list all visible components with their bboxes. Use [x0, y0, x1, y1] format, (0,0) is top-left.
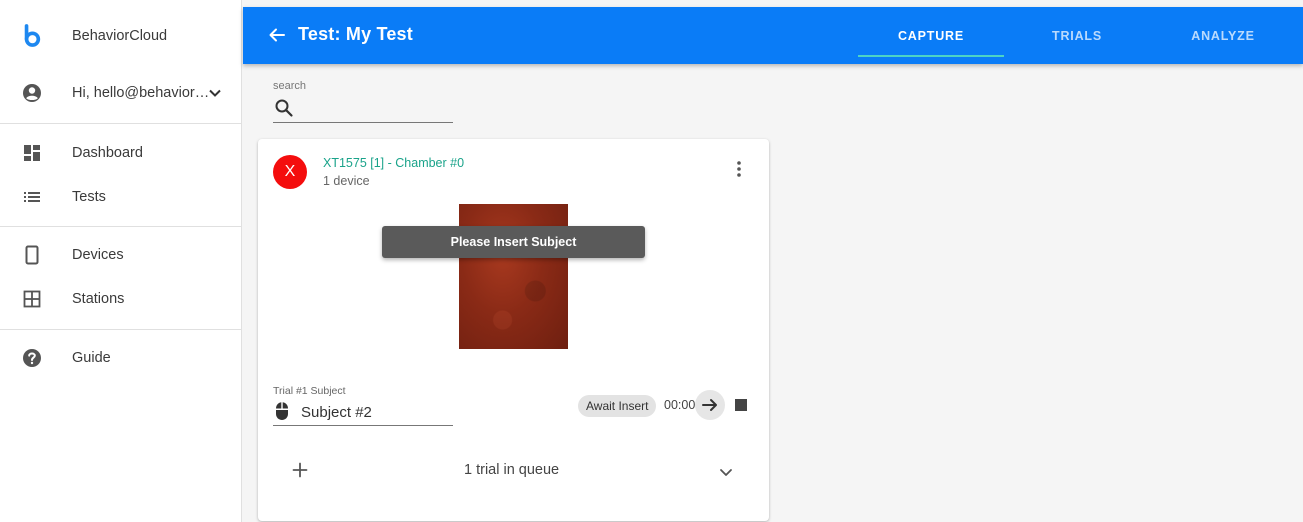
search-field[interactable]: [273, 95, 453, 123]
chamber-title[interactable]: XT1575 [1] - Chamber #0: [323, 156, 464, 170]
sidebar: BehaviorCloud Hi, hello@behavior… Dashbo…: [0, 0, 242, 522]
status-toast: Please Insert Subject: [382, 226, 645, 258]
tab-trials[interactable]: TRIALS: [1004, 7, 1150, 64]
sidebar-item-label: Dashboard: [72, 145, 143, 161]
search-input[interactable]: [299, 97, 449, 119]
search-label: search: [273, 80, 307, 92]
next-button[interactable]: [695, 390, 725, 420]
trial-subject-label: Trial #1 Subject: [273, 385, 346, 397]
behaviorcloud-logo-icon: [22, 24, 42, 47]
tab-analyze[interactable]: ANALYZE: [1150, 7, 1296, 64]
sidebar-item-label: Guide: [72, 350, 111, 366]
user-menu[interactable]: Hi, hello@behavior…: [0, 71, 242, 115]
sidebar-item-devices[interactable]: Devices: [0, 233, 242, 277]
sidebar-divider: [0, 329, 241, 330]
more-vert-icon[interactable]: [732, 159, 746, 179]
account-circle-icon: [22, 83, 42, 103]
arrow-right-icon: [702, 399, 717, 411]
sidebar-brand[interactable]: BehaviorCloud: [0, 14, 242, 58]
sidebar-divider: [0, 226, 241, 227]
queue-text: 1 trial in queue: [464, 462, 560, 478]
search-icon: [274, 98, 294, 118]
mouse-icon: [274, 401, 290, 421]
chamber-card: X XT1575 [1] - Chamber #0 1 device Pleas…: [258, 139, 769, 521]
grid-icon: [22, 289, 42, 309]
device-icon: [22, 245, 42, 265]
back-arrow-icon[interactable]: [267, 25, 287, 45]
sidebar-item-guide[interactable]: Guide: [0, 336, 242, 380]
top-app-bar: Test: My Test CAPTURE TRIALS ANALYZE: [243, 7, 1303, 64]
app-name: BehaviorCloud: [72, 28, 168, 44]
chevron-down-icon[interactable]: [208, 86, 222, 100]
user-greeting: Hi, hello@behavior…: [72, 85, 210, 101]
sidebar-item-stations[interactable]: Stations: [0, 277, 242, 321]
page-title: Test: My Test: [298, 24, 413, 44]
list-icon: [22, 187, 42, 207]
sidebar-item-dashboard[interactable]: Dashboard: [0, 131, 242, 175]
subject-value: Subject #2: [301, 404, 372, 421]
chevron-down-icon[interactable]: [717, 463, 735, 481]
trial-timer: 00:00: [664, 398, 696, 412]
device-count: 1 device: [323, 174, 370, 188]
help-icon: [22, 348, 42, 368]
subject-field[interactable]: Subject #2: [273, 398, 453, 426]
active-tab-indicator: [858, 55, 1004, 57]
sidebar-item-label: Stations: [72, 291, 125, 307]
sidebar-item-label: Tests: [72, 189, 106, 205]
add-icon[interactable]: [291, 461, 309, 479]
stop-icon[interactable]: [735, 399, 747, 411]
sidebar-item-tests[interactable]: Tests: [0, 175, 242, 219]
sidebar-divider: [0, 123, 241, 124]
dashboard-icon: [22, 143, 42, 163]
status-badge: Await Insert: [578, 395, 657, 417]
avatar: X: [273, 155, 307, 189]
sidebar-item-label: Devices: [72, 247, 124, 263]
